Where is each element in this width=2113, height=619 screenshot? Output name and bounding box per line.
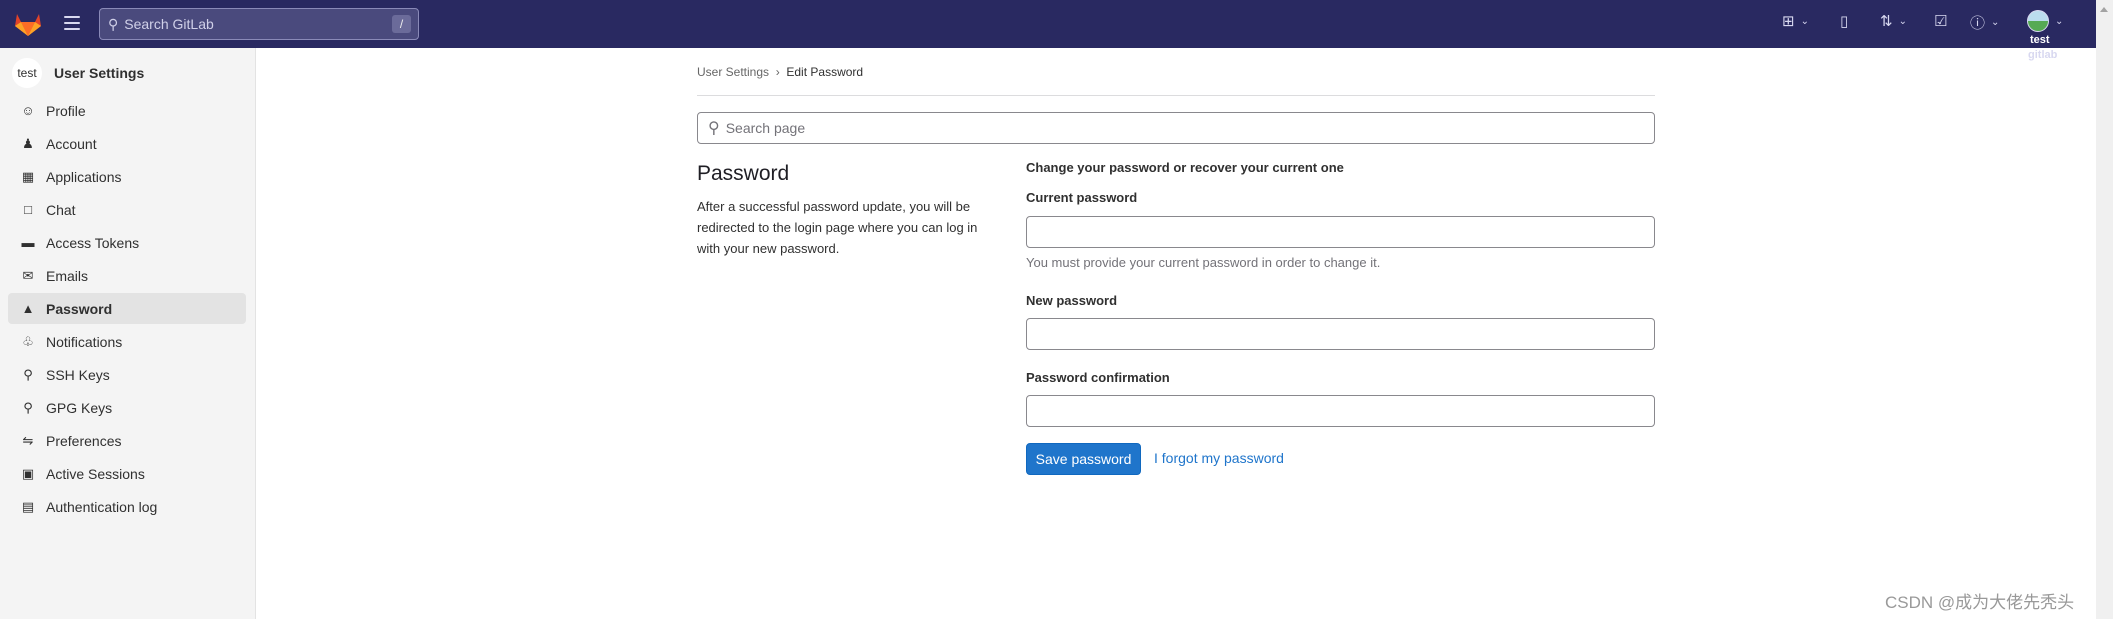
search-page-input[interactable]: ⚲ Search page: [697, 112, 1655, 144]
sidebar-item-ssh-keys[interactable]: ⚲ SSH Keys: [8, 359, 246, 390]
shortcut-hint: /: [392, 15, 411, 33]
sidebar-item-profile[interactable]: ☺ Profile: [8, 95, 246, 126]
sidebar: test User Settings ☺ Profile ♟ Account ▦ Appl…: [0, 48, 256, 619]
chevron-right-icon: ›: [775, 65, 780, 79]
avatar: test: [12, 58, 42, 88]
sidebar-item-label: SSH Keys: [46, 366, 110, 383]
sidebar-item-account[interactable]: ♟ Account: [8, 128, 246, 159]
help-icon: ⓘ: [1970, 15, 1986, 32]
preferences-icon: ⇋: [22, 432, 34, 448]
sidebar-item-label: Active Sessions: [46, 465, 145, 482]
sidebar-item-label: Access Tokens: [46, 234, 140, 251]
form-heading: Change your password or recover your cur…: [1026, 160, 1344, 175]
new-password-label: New password: [1026, 293, 1118, 308]
sidebar-title: User Settings: [54, 65, 145, 81]
issues-icon: ▯: [1840, 13, 1849, 30]
avatar: [2027, 10, 2049, 32]
sidebar-item-label: Notifications: [46, 333, 123, 350]
chat-icon: □: [24, 202, 32, 217]
top-navbar: ⚲ Search GitLab / ⊞ ⌄ ▯ ⇅ ⌄ ☑ ⓘ ⌄ ⌄ test: [0, 0, 2096, 48]
sidebar-item-active-sessions[interactable]: ▣ Active Sessions: [8, 458, 246, 489]
avatar-alt-subtext: gitlab: [2028, 49, 2058, 61]
account-icon: ♟: [22, 135, 34, 151]
sidebar-item-preferences[interactable]: ⇋ Preferences: [8, 425, 246, 456]
sidebar-item-label: Emails: [46, 267, 89, 284]
sidebar-item-authentication-log[interactable]: ▤ Authentication log: [8, 491, 246, 522]
sidebar-item-notifications[interactable]: ♧ Notifications: [8, 326, 246, 357]
scrollbar[interactable]: [2096, 0, 2113, 619]
sidebar-item-label: Authentication log: [46, 498, 158, 515]
todos-button[interactable]: ☑: [1934, 12, 1947, 30]
merge-requests-button[interactable]: ⇅ ⌄: [1880, 12, 1907, 30]
chevron-down-icon: ⌄: [1991, 17, 2000, 28]
menu-icon[interactable]: [64, 16, 80, 30]
todo-icon: ☑: [1934, 13, 1948, 30]
chevron-down-icon: ⌄: [1898, 15, 1907, 27]
search-icon: ⚲: [708, 120, 720, 137]
gitlab-logo-icon[interactable]: [14, 11, 42, 37]
current-password-label: Current password: [1026, 190, 1138, 205]
sidebar-item-label: Preferences: [46, 432, 122, 449]
chevron-down-icon: ⌄: [1800, 15, 1809, 27]
current-password-field[interactable]: [1026, 216, 1655, 248]
key-icon: ⚲: [23, 366, 33, 382]
merge-request-icon: ⇅: [1880, 13, 1893, 30]
create-new-button[interactable]: ⊞ ⌄: [1782, 12, 1809, 30]
breadcrumb-current: Edit Password: [786, 65, 864, 79]
sidebar-item-label: Applications: [46, 168, 122, 185]
key-icon: ⚲: [23, 399, 33, 415]
breadcrumb-parent[interactable]: User Settings: [697, 65, 769, 79]
plus-square-icon: ⊞: [1782, 13, 1795, 30]
sidebar-item-emails[interactable]: ✉ Emails: [8, 260, 246, 291]
current-password-help: You must provide your current password i…: [1026, 255, 1381, 270]
search-icon: ⚲: [108, 15, 119, 32]
sidebar-item-label: Profile: [46, 102, 86, 119]
profile-icon: ☺: [21, 103, 35, 118]
watermark: CSDN @成为大佬先秃头: [1885, 593, 2075, 612]
email-icon: ✉: [22, 267, 34, 283]
save-password-button[interactable]: Save password: [1026, 443, 1141, 475]
sidebar-header[interactable]: test User Settings: [12, 58, 144, 88]
sidebar-item-label: Chat: [46, 201, 76, 218]
new-password-field[interactable]: [1026, 318, 1655, 350]
sidebar-item-password[interactable]: ▲ Password: [8, 293, 246, 324]
sidebar-item-label: GPG Keys: [46, 399, 113, 416]
breadcrumb: User Settings › Edit Password: [697, 65, 863, 79]
token-icon: ▬: [21, 235, 35, 250]
help-button[interactable]: ⓘ ⌄: [1970, 12, 1999, 33]
issues-button[interactable]: ▯: [1840, 12, 1848, 30]
sidebar-item-gpg-keys[interactable]: ⚲ GPG Keys: [8, 392, 246, 423]
sidebar-item-chat[interactable]: □ Chat: [8, 194, 246, 225]
sidebar-item-access-tokens[interactable]: ▬ Access Tokens: [8, 227, 246, 258]
section-description: After a successful password update, you …: [697, 199, 978, 256]
applications-icon: ▦: [21, 168, 35, 184]
section-title: Password: [697, 162, 790, 185]
log-icon: ▤: [21, 498, 35, 514]
divider: [697, 95, 1655, 96]
forgot-password-link[interactable]: I forgot my password: [1154, 450, 1284, 466]
bell-icon: ♧: [22, 333, 34, 349]
password-confirmation-label: Password confirmation: [1026, 370, 1170, 385]
sidebar-item-label: Password: [46, 300, 113, 317]
avatar-alt-text: test: [2030, 34, 2050, 46]
chevron-down-icon: ⌄: [2055, 15, 2064, 27]
sidebar-item-label: Account: [46, 135, 97, 152]
sidebar-item-applications[interactable]: ▦ Applications: [8, 161, 246, 192]
user-menu-button[interactable]: ⌄: [2027, 10, 2063, 32]
password-confirmation-field[interactable]: [1026, 395, 1655, 427]
lock-icon: ▲: [21, 301, 35, 316]
search-gitlab-input[interactable]: ⚲ Search GitLab /: [99, 8, 419, 40]
monitor-icon: ▣: [21, 465, 35, 481]
